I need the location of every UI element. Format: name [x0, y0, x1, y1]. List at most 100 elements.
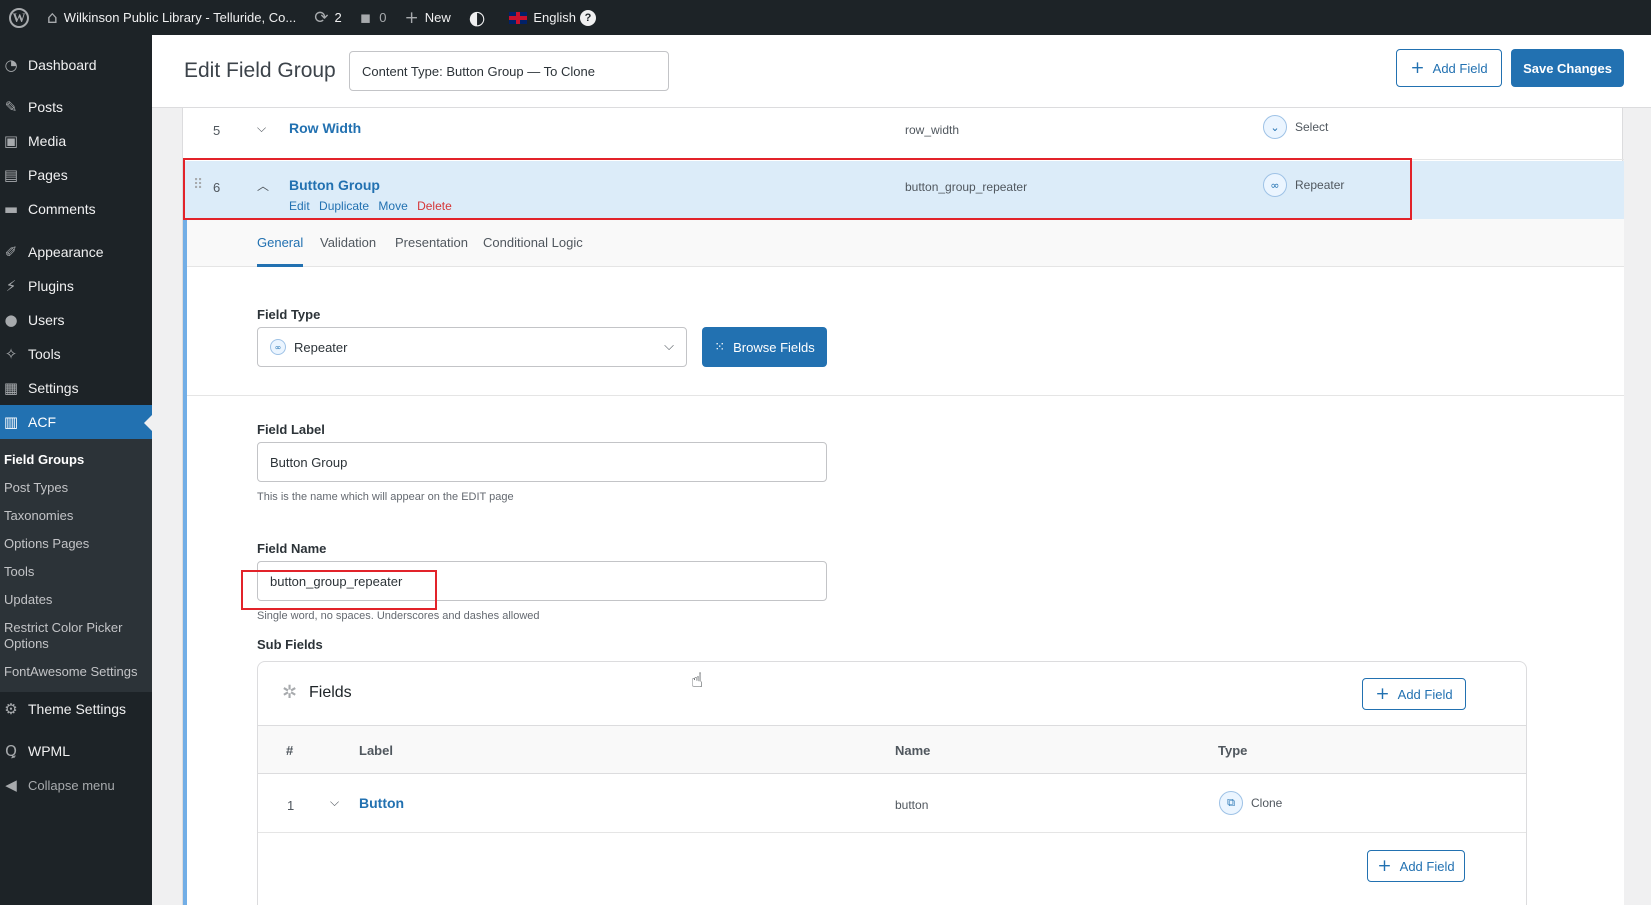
sidebar-item-appearance[interactable]: ✐ Appearance	[0, 235, 152, 269]
collapse-arrow-icon: ◀	[5, 776, 17, 794]
query-monitor-link[interactable]: ◐	[460, 0, 501, 35]
sidebar-label: WPML	[28, 743, 70, 759]
admin-sidebar: ◔ Dashboard ✎ Posts ▣ Media ▤ Pages ▬ Comment…	[0, 35, 152, 905]
sidebar-item-settings[interactable]: ▦ Settings	[0, 371, 152, 405]
sub-field-order: 1	[287, 798, 295, 813]
submenu-taxonomies[interactable]: Taxonomies	[0, 502, 152, 530]
fields-panel: 5 ⌵ Row Width row_width ⌄ Select ⠿ 6 ︿ B…	[182, 108, 1624, 905]
field-type-value: Repeater	[1295, 178, 1345, 192]
column-num: #	[286, 743, 294, 758]
field-type-select[interactable]: ∞ Repeater ⌵	[257, 327, 687, 367]
help-icon[interactable]: ?	[579, 9, 596, 26]
new-label: New	[424, 10, 451, 25]
duplicate-link[interactable]: Duplicate	[319, 199, 369, 213]
tab-conditional-logic[interactable]: Conditional Logic	[483, 235, 583, 267]
submenu-restrict-color-picker[interactable]: Restrict Color Picker Options	[0, 614, 130, 658]
move-link[interactable]: Move	[378, 199, 407, 213]
field-label-link[interactable]: Button Group	[289, 177, 380, 193]
sub-field-label-link[interactable]: Button	[359, 795, 404, 811]
browse-fields-button[interactable]: ⁙ Browse Fields	[702, 327, 827, 367]
delete-link[interactable]: Delete	[417, 199, 452, 213]
field-name-help: Single word, no spaces. Underscores and …	[257, 610, 540, 622]
field-label-input[interactable]: Button Group	[257, 442, 827, 482]
sidebar-item-users[interactable]: ● Users	[0, 303, 152, 337]
edit-link[interactable]: Edit	[289, 199, 310, 213]
new-content-link[interactable]: + New	[395, 0, 459, 35]
site-name-link[interactable]: ⌂ Wilkinson Public Library - Telluride, …	[38, 0, 305, 35]
submenu-updates[interactable]: Updates	[0, 586, 152, 614]
submenu-post-types[interactable]: Post Types	[0, 474, 152, 502]
sidebar-item-wpml[interactable]: Ꝗ WPML	[0, 734, 152, 768]
add-sub-field-bottom-button[interactable]: + Add Field	[1367, 850, 1465, 882]
admin-bar: W ⌂ Wilkinson Public Library - Telluride…	[0, 0, 1651, 35]
comments-link[interactable]: ▪ 0	[351, 0, 396, 35]
comment-bubble-icon: ▪	[359, 7, 372, 28]
submenu-field-groups[interactable]: Field Groups	[0, 446, 152, 474]
chevron-down-icon[interactable]: ⌵	[257, 121, 266, 136]
settings-icon: ▦	[3, 379, 19, 397]
sidebar-item-posts[interactable]: ✎ Posts	[0, 90, 152, 124]
site-name-label: Wilkinson Public Library - Telluride, Co…	[63, 10, 297, 25]
field-type-label: Field Type	[257, 307, 321, 322]
wordpress-icon: W	[9, 7, 29, 28]
save-changes-button[interactable]: Save Changes	[1511, 49, 1624, 87]
sidebar-label: Settings	[28, 380, 79, 396]
sidebar-label: Tools	[28, 346, 61, 362]
column-label: Label	[359, 743, 393, 758]
updates-link[interactable]: ⟳ 2	[305, 0, 350, 35]
sidebar-item-theme-settings[interactable]: ⚙ Theme Settings	[0, 692, 152, 726]
sub-fields-label: Sub Fields	[257, 637, 323, 652]
field-name-input[interactable]: button_group_repeater	[257, 561, 827, 601]
sidebar-item-comments[interactable]: ▬ Comments	[0, 192, 152, 226]
sub-fields-columns: # Label Name Type	[258, 726, 1526, 774]
chevron-up-icon[interactable]: ︿	[257, 177, 269, 194]
sidebar-item-plugins[interactable]: ⚡ Plugins	[0, 269, 152, 303]
submenu-fontawesome-settings[interactable]: FontAwesome Settings	[0, 658, 152, 686]
sidebar-item-media[interactable]: ▣ Media	[0, 124, 152, 158]
add-field-label: Add Field	[1397, 686, 1453, 702]
drag-handle-icon[interactable]: ⠿	[193, 177, 203, 193]
column-name: Name	[895, 743, 931, 758]
submenu-options-pages[interactable]: Options Pages	[0, 530, 152, 558]
plus-icon: +	[1410, 58, 1425, 78]
language-switcher[interactable]: English ?	[500, 0, 605, 35]
sidebar-item-tools[interactable]: ✧ Tools	[0, 337, 152, 371]
collapse-menu-button[interactable]: ◀ Collapse menu	[0, 768, 152, 802]
sidebar-item-dashboard[interactable]: ◔ Dashboard	[0, 48, 152, 82]
plus-icon: +	[1377, 856, 1392, 876]
divider	[187, 395, 1624, 396]
updates-count: 2	[334, 10, 342, 25]
sub-field-type: Clone	[1251, 796, 1283, 810]
submenu-tools[interactable]: Tools	[0, 558, 152, 586]
sidebar-label: Appearance	[28, 244, 104, 260]
comments-count: 0	[379, 10, 387, 25]
field-label-link[interactable]: Row Width	[289, 120, 361, 136]
tab-validation[interactable]: Validation	[320, 235, 376, 267]
wp-logo-button[interactable]: W	[0, 0, 38, 35]
field-label-heading: Field Label	[257, 422, 325, 437]
sidebar-label: Pages	[28, 167, 68, 183]
acf-submenu: Field Groups Post Types Taxonomies Optio…	[0, 439, 152, 692]
select-type-icon: ⌄	[1263, 115, 1287, 139]
chevron-down-icon[interactable]: ⌵	[330, 795, 339, 810]
field-group-title-input[interactable]: Content Type: Button Group — To Clone	[349, 51, 669, 91]
repeater-type-icon: ∞	[1263, 173, 1287, 197]
field-type-selected: Repeater	[294, 339, 348, 355]
sidebar-item-pages[interactable]: ▤ Pages	[0, 158, 152, 192]
sub-field-row[interactable]: 1 ⌵ Button button ⧉ Clone	[258, 775, 1526, 833]
add-sub-field-button[interactable]: + Add Field	[1362, 678, 1466, 710]
sidebar-item-acf[interactable]: ▥ ACF	[0, 405, 152, 439]
field-row-selected[interactable]: ⠿ 6 ︿ Button Group Edit Duplicate Move D…	[183, 161, 1624, 219]
clone-type-icon: ⧉	[1219, 791, 1243, 815]
tab-general[interactable]: General	[257, 235, 304, 267]
sub-field-name: button	[895, 798, 929, 812]
sub-fields-box: ✲ Fields + Add Field # Label Name Type 1 …	[257, 661, 1527, 905]
add-field-button[interactable]: + Add Field	[1396, 49, 1502, 87]
tab-presentation[interactable]: Presentation	[395, 235, 468, 267]
settings-tabs: General Validation Presentation Conditio…	[187, 219, 1624, 267]
pages-icon: ▤	[3, 166, 19, 184]
field-row[interactable]: 5 ⌵ Row Width row_width ⌄ Select	[183, 108, 1624, 160]
field-name-value: button_group_repeater	[905, 180, 1028, 194]
browse-fields-label: Browse Fields	[733, 339, 815, 355]
sidebar-label: Media	[28, 133, 67, 149]
